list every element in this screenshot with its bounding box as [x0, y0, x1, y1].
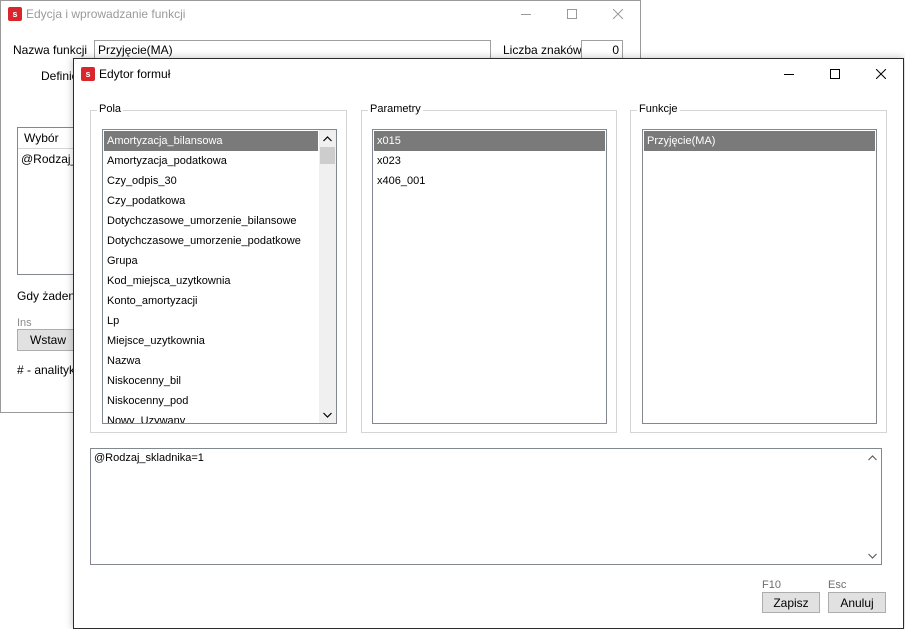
- pola-list-item[interactable]: Dotychczasowe_umorzenie_bilansowe: [104, 211, 318, 231]
- char-count-label: Liczba znaków: [503, 43, 582, 57]
- formula-scrollbar[interactable]: [864, 449, 881, 564]
- minimize-icon[interactable]: [503, 1, 549, 27]
- pola-list-item[interactable]: Kod_miejsca_uzytkownia: [104, 271, 318, 291]
- pola-list-item[interactable]: Nowy_Uzywany: [104, 411, 318, 423]
- char-count-input[interactable]: 0: [581, 40, 623, 60]
- pola-list-item[interactable]: Amortyzacja_bilansowa: [104, 131, 318, 151]
- parametry-list-item[interactable]: x023: [374, 151, 605, 171]
- pola-list-item[interactable]: Niskocenny_pod: [104, 391, 318, 411]
- dialog-title: Edytor formuł: [99, 66, 171, 81]
- formula-editor-dialog: s Edytor formuł Pola Amortyzacja_bilanso…: [73, 58, 904, 629]
- parametry-list-item[interactable]: x406_001: [374, 171, 605, 191]
- pola-list-item[interactable]: Miejsce_uzytkownia: [104, 331, 318, 351]
- funkcje-list-item[interactable]: Przyjęcie(MA): [644, 131, 875, 151]
- maximize-icon[interactable]: [812, 59, 858, 88]
- pola-list-item[interactable]: Grupa: [104, 251, 318, 271]
- pola-group-title: Pola: [97, 103, 124, 115]
- scroll-down-icon[interactable]: [319, 406, 336, 423]
- funkcje-list[interactable]: Przyjęcie(MA): [642, 129, 877, 424]
- function-name-label: Nazwa funkcji: [13, 43, 88, 57]
- parametry-list-item[interactable]: x015: [374, 131, 605, 151]
- scroll-up-icon[interactable]: [319, 130, 336, 147]
- insert-button[interactable]: Wstaw: [17, 329, 75, 351]
- cancel-button[interactable]: Anuluj: [828, 592, 886, 613]
- close-icon[interactable]: [595, 1, 641, 27]
- close-icon[interactable]: [858, 59, 904, 88]
- pola-scrollbar[interactable]: [319, 130, 336, 423]
- maximize-icon[interactable]: [549, 1, 595, 27]
- pola-list-item[interactable]: Lp: [104, 311, 318, 331]
- formula-editor[interactable]: @Rodzaj_skladnika=1: [90, 448, 882, 565]
- function-name-input[interactable]: Przyjęcie(MA): [94, 40, 491, 60]
- pola-list-item[interactable]: Amortyzacja_podatkowa: [104, 151, 318, 171]
- gdy-text: Gdy żaden: [17, 289, 76, 303]
- pola-scrollbar-thumb[interactable]: [320, 147, 335, 164]
- save-shortcut-hint: F10: [762, 579, 781, 591]
- scroll-down-icon[interactable]: [864, 547, 881, 564]
- pola-list-item[interactable]: Konto_amortyzacji: [104, 291, 318, 311]
- cancel-shortcut-hint: Esc: [828, 579, 847, 591]
- pola-list-item[interactable]: Nazwa: [104, 351, 318, 371]
- pola-list-item[interactable]: Czy_podatkowa: [104, 191, 318, 211]
- parametry-list[interactable]: x015 x023 x406_001: [372, 129, 607, 424]
- pola-list-item[interactable]: Niskocenny_bil: [104, 371, 318, 391]
- app-logo-icon: s: [8, 7, 22, 21]
- scroll-up-icon[interactable]: [864, 449, 881, 466]
- pola-list[interactable]: Amortyzacja_bilansowa Amortyzacja_podatko…: [102, 129, 337, 424]
- pola-list-item[interactable]: Czy_odpis_30: [104, 171, 318, 191]
- funkcje-group-title: Funkcje: [637, 103, 680, 115]
- parametry-group: Parametry x015 x023 x406_001: [361, 103, 617, 433]
- minimize-icon[interactable]: [766, 59, 812, 88]
- funkcje-group: Funkcje Przyjęcie(MA): [630, 103, 887, 433]
- pola-list-item[interactable]: Dotychczasowe_umorzenie_podatkowe: [104, 231, 318, 251]
- save-button[interactable]: Zapisz: [762, 592, 820, 613]
- ins-hint: Ins: [17, 317, 32, 329]
- formula-text[interactable]: @Rodzaj_skladnika=1: [94, 452, 204, 464]
- background-window-title: Edycja i wprowadzanie funkcji: [26, 7, 186, 21]
- parametry-group-title: Parametry: [368, 103, 423, 115]
- pola-group: Pola Amortyzacja_bilansowa Amortyzacja_po…: [90, 103, 347, 433]
- analytics-text: # - analityka: [17, 363, 82, 377]
- app-logo-icon: s: [81, 66, 95, 81]
